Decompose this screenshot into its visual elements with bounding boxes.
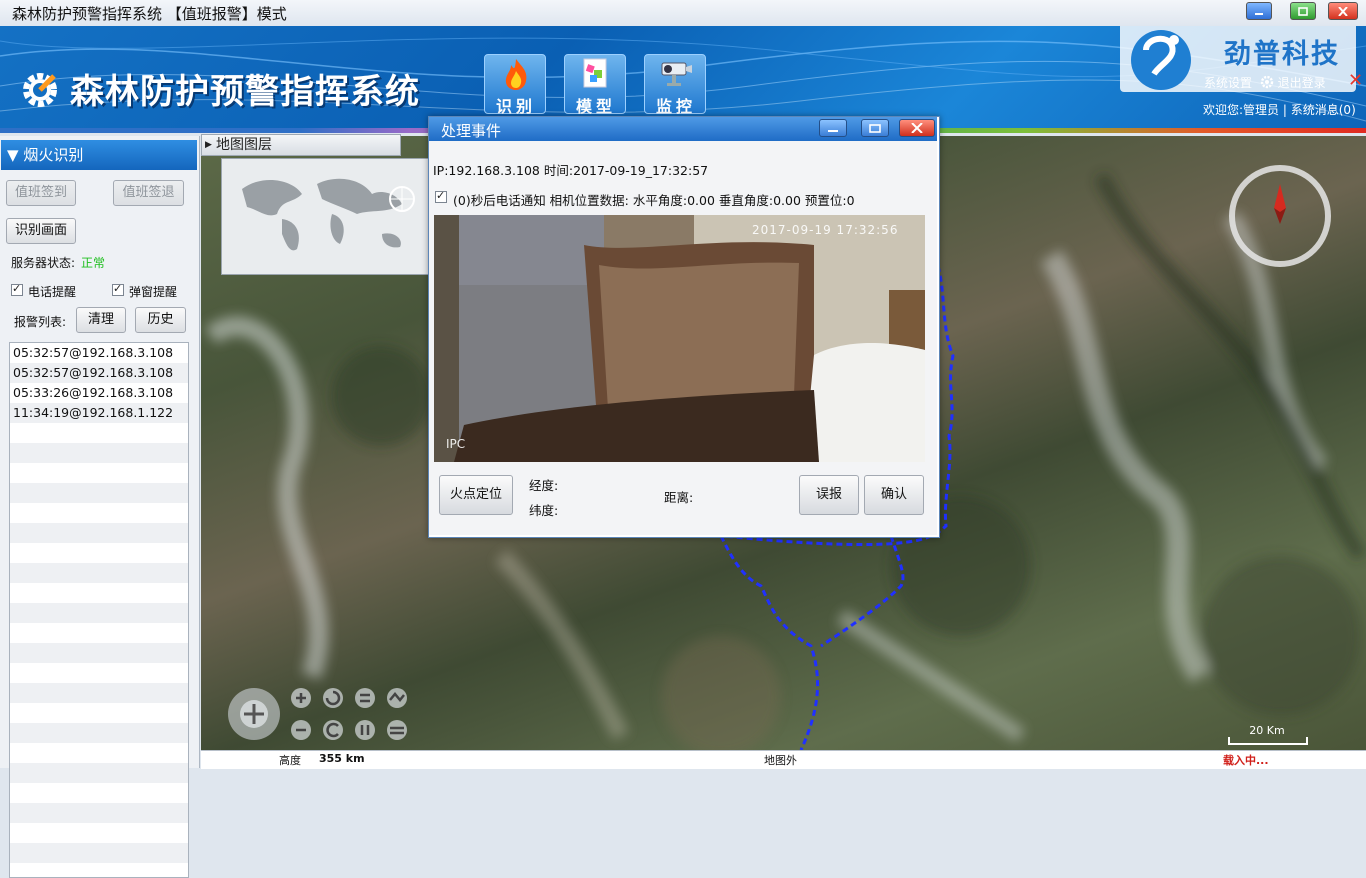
recognize-view-button[interactable]: 识别画面 xyxy=(6,218,76,244)
handle-event-dialog: 处理事件 IP:192.168.3.108 时间:2017-09-19_17:3… xyxy=(428,116,940,538)
model-icon xyxy=(583,58,607,88)
minimize-icon xyxy=(1255,12,1263,15)
video-watermark: IPC xyxy=(446,437,466,451)
collapse-triangle-icon: ▼ xyxy=(7,146,19,164)
minimize-button[interactable] xyxy=(1246,2,1272,20)
nav-model-button[interactable]: 模型 xyxy=(564,54,626,116)
locate-fire-button[interactable]: 火点定位 xyxy=(439,475,513,515)
close-icon xyxy=(1338,6,1348,16)
popup-alert-checkbox[interactable] xyxy=(112,282,124,296)
map-status-bar: 高度 355 km 地图外 载入中... xyxy=(201,750,1366,769)
location-text: 地图外 xyxy=(764,754,797,767)
brand-name: 劲普科技 xyxy=(1224,39,1340,70)
app-title: 森林防护预警指挥系统 xyxy=(70,72,420,112)
clear-button[interactable]: 清理 xyxy=(76,307,126,333)
nav-recognize-button[interactable]: 识别 xyxy=(484,54,546,116)
dialog-title: 处理事件 xyxy=(441,122,502,140)
compass-icon[interactable] xyxy=(1226,162,1334,270)
distance-label: 距离: xyxy=(664,490,694,505)
phone-alert-checkbox[interactable] xyxy=(11,282,23,296)
loading-text: 载入中... xyxy=(1223,754,1269,767)
phone-alert-label: 电话提醒 xyxy=(28,285,77,299)
server-status-label: 服务器状态: xyxy=(11,256,76,270)
panel-header[interactable]: ▼ 烟火识别 xyxy=(1,140,197,170)
logout-link[interactable]: 退出登录 xyxy=(1278,76,1326,90)
close-icon xyxy=(911,123,923,133)
map-scale-bar: 20 Km xyxy=(1228,724,1308,745)
nav-monitor-button[interactable]: 监控 xyxy=(644,54,706,116)
altitude-value: 355 km xyxy=(319,752,365,765)
alarm-list-item[interactable]: 05:32:57@192.168.3.108 xyxy=(10,343,188,363)
settings-link[interactable]: 系统设置 xyxy=(1204,76,1252,90)
dialog-maximize-button[interactable] xyxy=(861,119,889,137)
header-links: 系统设置 退出登录 xyxy=(1204,74,1330,91)
alarm-list-label: 报警列表: xyxy=(14,315,67,329)
logout-x-icon[interactable]: ✕ xyxy=(1348,70,1363,91)
nav-recognize-label: 识别 xyxy=(495,97,536,116)
latitude-label: 纬度: xyxy=(529,503,559,518)
camera-video-feed[interactable]: 2017-09-19 17:32:56 IPC xyxy=(434,215,925,462)
welcome-line: 欢迎您:管理员 | 系统消息(0) xyxy=(1203,101,1356,118)
check-out-button[interactable]: 值班签退 xyxy=(113,180,184,206)
flame-icon xyxy=(505,59,527,90)
nav-model-label: 模型 xyxy=(575,97,616,116)
check-in-button[interactable]: 值班签到 xyxy=(6,180,76,206)
event-info: IP:192.168.3.108 时间:2017-09-19_17:32:57 xyxy=(433,163,709,178)
world-map-icon xyxy=(222,159,432,274)
maximize-icon xyxy=(869,123,881,133)
dialog-minimize-button[interactable] xyxy=(819,119,847,137)
false-alarm-button[interactable]: 误报 xyxy=(799,475,859,515)
scale-bar-line xyxy=(1228,737,1308,745)
dialog-body: IP:192.168.3.108 时间:2017-09-19_17:32:57 … xyxy=(429,141,937,535)
confirm-button[interactable]: 确认 xyxy=(864,475,924,515)
system-messages-link[interactable]: 系统消息(0) xyxy=(1291,103,1356,117)
video-frame-image xyxy=(434,215,925,462)
gear-logo-icon xyxy=(23,73,57,107)
panel-title: 烟火识别 xyxy=(23,146,84,164)
altitude-label: 高度 xyxy=(279,754,301,767)
map-navigation-controls[interactable] xyxy=(226,686,416,746)
scale-label: 20 Km xyxy=(1249,724,1285,737)
longitude-label: 经度: xyxy=(529,478,559,493)
alarm-list-item[interactable]: 11:34:19@192.168.1.122 xyxy=(10,403,188,423)
dialog-titlebar[interactable]: 处理事件 xyxy=(429,117,937,141)
dialog-close-button[interactable] xyxy=(899,119,935,137)
history-button[interactable]: 历史 xyxy=(135,307,186,333)
app-header: 森林防护预警指挥系统 识别 模型 监控 劲普科技 系统设置 退出登录 ✕ 欢迎您… xyxy=(0,26,1366,130)
world-overview-map[interactable] xyxy=(221,158,433,275)
alarm-list[interactable]: 05:32:57@192.168.3.108 05:32:57@192.168.… xyxy=(9,342,189,878)
minimize-icon xyxy=(828,129,838,132)
phone-notify-checkbox[interactable] xyxy=(435,189,447,203)
maximize-button[interactable] xyxy=(1290,2,1316,20)
server-status-value: 正常 xyxy=(81,256,106,270)
map-layers-tab[interactable]: 地图图层 xyxy=(201,134,401,156)
nav-monitor-label: 监控 xyxy=(655,97,696,116)
camera-icon xyxy=(661,62,692,86)
window-titlebar: 森林防护预警指挥系统 【值班报警】模式 xyxy=(0,0,1366,27)
window-title: 森林防护预警指挥系统 【值班报警】模式 xyxy=(12,5,287,23)
video-timestamp: 2017-09-19 17:32:56 xyxy=(752,223,899,237)
alarm-list-item[interactable]: 05:32:57@192.168.3.108 xyxy=(10,363,188,383)
welcome-user: 欢迎您:管理员 xyxy=(1203,103,1280,117)
popup-alert-label: 弹窗提醒 xyxy=(129,285,178,299)
maximize-icon xyxy=(1298,6,1308,16)
close-button[interactable] xyxy=(1328,2,1358,20)
alarm-list-item[interactable]: 05:33:26@192.168.3.108 xyxy=(10,383,188,403)
left-panel: ▼ 烟火识别 值班签到 值班签退 识别画面 服务器状态: 正常 电话提醒 弹窗提… xyxy=(0,136,200,878)
settings-gear-icon[interactable] xyxy=(1260,75,1274,89)
welcome-separator: | xyxy=(1282,103,1287,117)
phone-notify-text: (0)秒后电话通知 相机位置数据: 水平角度:0.00 垂直角度:0.00 预置… xyxy=(453,193,855,208)
brand-logo-icon xyxy=(1131,30,1191,90)
